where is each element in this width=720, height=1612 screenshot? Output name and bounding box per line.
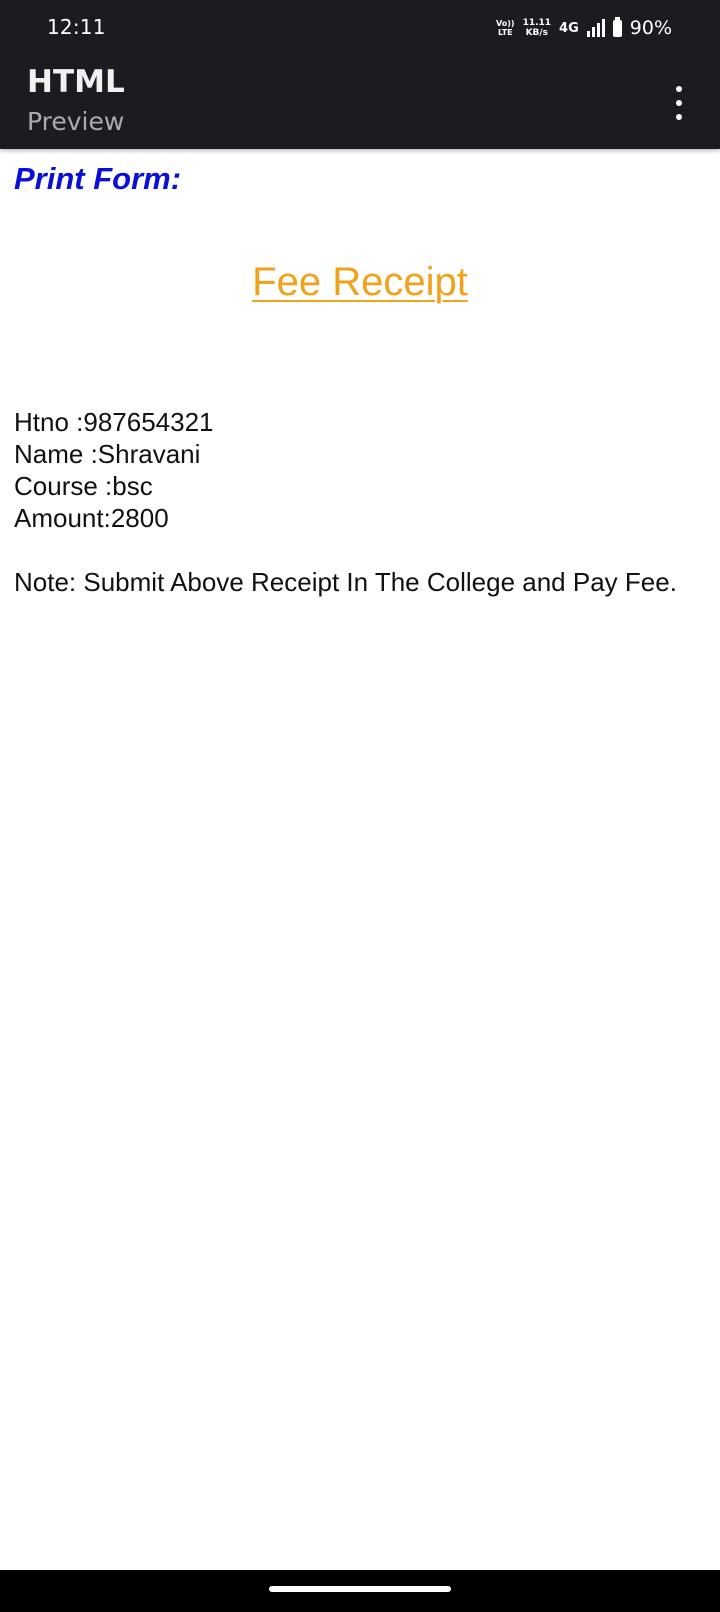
signal-icon xyxy=(586,19,605,37)
receipt-note: Note: Submit Above Receipt In The Colleg… xyxy=(14,567,677,597)
print-form-heading: Print Form: xyxy=(14,161,182,196)
home-gesture-handle[interactable] xyxy=(269,1586,451,1592)
volte-bottom-label: LTE xyxy=(497,28,513,37)
status-time: 12:11 xyxy=(47,15,106,39)
app-title: HTML xyxy=(27,64,125,100)
status-bar: 12:11 Vo)) LTE 11.11 KB/s 4G 90% xyxy=(0,0,720,56)
receipt-details: Htno :987654321 Name :Shravani Course :b… xyxy=(14,406,214,534)
network-type: 4G xyxy=(559,20,579,36)
volte-top-label: Vo)) xyxy=(496,19,515,28)
htno-line: Htno :987654321 xyxy=(14,407,214,437)
name-line: Name :Shravani xyxy=(14,439,201,469)
app-subtitle: Preview xyxy=(27,107,125,136)
amount-line: Amount:2800 xyxy=(14,503,169,533)
volte-icon: Vo)) LTE xyxy=(496,19,515,37)
course-line: Course :bsc xyxy=(14,471,153,501)
network-speed-value: 11.11 xyxy=(522,18,552,28)
battery-percentage: 90% xyxy=(629,17,672,39)
app-bar: HTML Preview xyxy=(0,56,720,149)
network-speed-unit: KB/s xyxy=(525,28,549,38)
battery-icon xyxy=(612,16,622,37)
more-vert-icon[interactable] xyxy=(672,86,686,120)
network-speed: 11.11 KB/s xyxy=(523,18,551,38)
fee-receipt-link[interactable]: Fee Receipt xyxy=(14,260,706,305)
navigation-bar xyxy=(0,1570,720,1612)
status-icons: Vo)) LTE 11.11 KB/s 4G 90% xyxy=(496,13,672,43)
